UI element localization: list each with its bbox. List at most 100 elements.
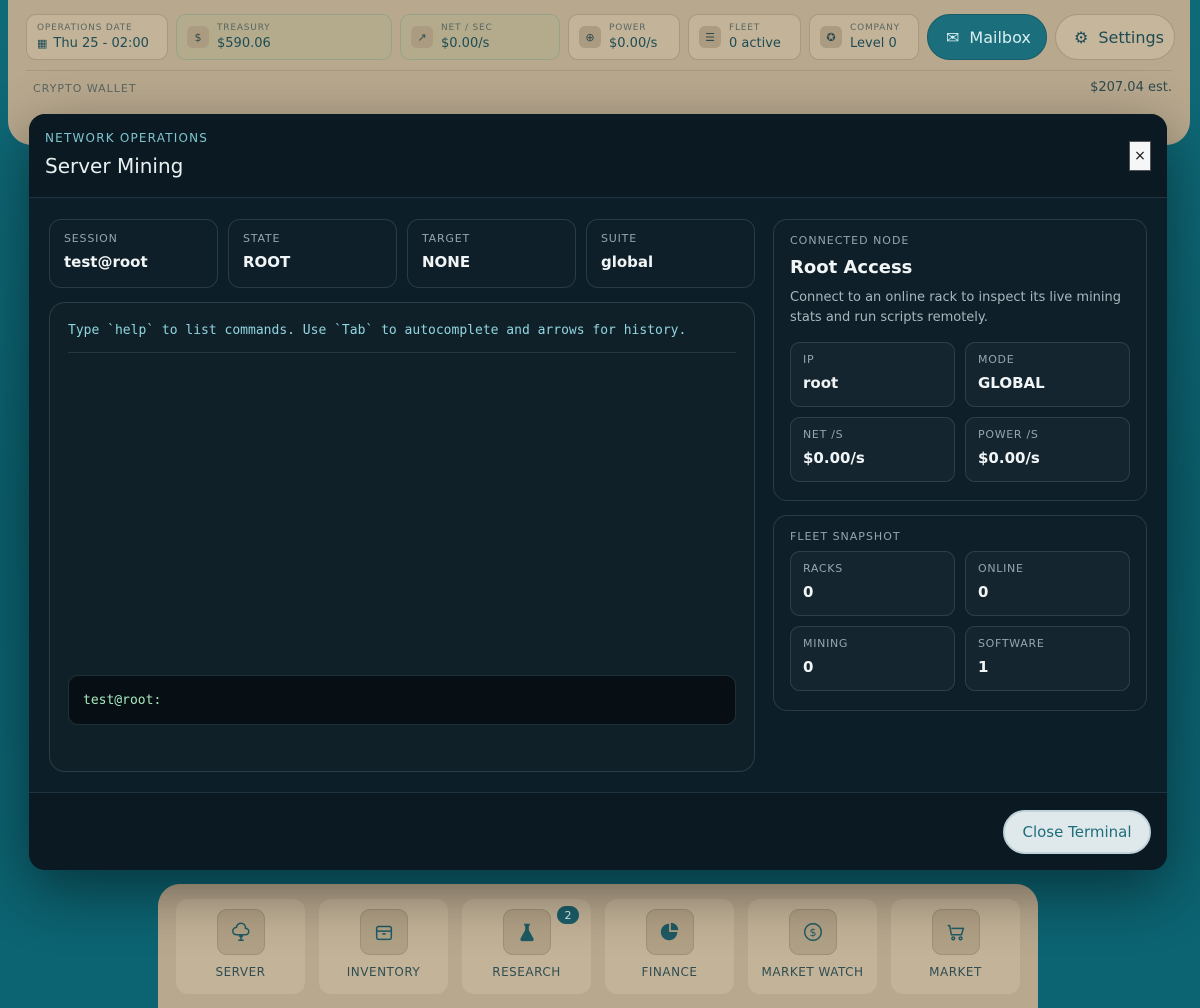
stat-value: Thu 25 - 02:00	[53, 36, 149, 51]
stat-value: $0.00/s	[441, 36, 490, 51]
node-stat-power: POWER /S $0.00/s	[965, 417, 1130, 482]
stat-label: POWER	[609, 23, 647, 33]
divider	[26, 70, 1172, 71]
close-terminal-button[interactable]: Close Terminal	[1003, 810, 1151, 854]
stat-value: 0	[803, 583, 814, 601]
stat-value: $0.00/s	[978, 449, 1040, 467]
close-icon[interactable]: ×	[1129, 141, 1151, 171]
nav-item-market[interactable]: MARKET	[891, 899, 1020, 994]
terminal-input[interactable]: test@root:	[68, 675, 736, 725]
terminal-hint: Type `help` to list commands. Use `Tab` …	[68, 323, 736, 353]
panel-eyebrow: FLEET SNAPSHOT	[790, 530, 901, 543]
modal-title: Server Mining	[45, 154, 184, 178]
info-value: NONE	[422, 253, 471, 271]
nav-item-server[interactable]: SERVER	[176, 899, 305, 994]
stat-value: 0	[978, 583, 989, 601]
stat-company: ✪ COMPANY Level 0	[809, 14, 919, 60]
wallet-value: $207.04 est.	[1090, 80, 1172, 95]
stat-value: $0.00/s	[609, 36, 658, 51]
stat-label: MODE	[978, 353, 1015, 366]
wallet-label: CRYPTO WALLET	[33, 82, 137, 95]
nav-item-market-watch[interactable]: $ MARKET WATCH	[748, 899, 877, 994]
fleet-stat-software: SOFTWARE 1	[965, 626, 1130, 691]
coin-icon: $	[788, 909, 837, 955]
nav-label: MARKET WATCH	[761, 965, 864, 979]
info-label: SUITE	[601, 232, 637, 245]
fleet-stat-mining: MINING 0	[790, 626, 955, 691]
info-label: TARGET	[422, 232, 471, 245]
stat-value: $0.00/s	[803, 449, 865, 467]
stat-label: SOFTWARE	[978, 637, 1045, 650]
stat-value: Level 0	[850, 36, 897, 51]
stat-label: FLEET	[729, 23, 761, 33]
stat-label: OPERATIONS DATE	[37, 23, 133, 33]
nav-item-finance[interactable]: FINANCE	[605, 899, 734, 994]
mailbox-button[interactable]: ✉ Mailbox	[927, 14, 1047, 60]
panel-eyebrow: CONNECTED NODE	[790, 234, 910, 247]
modal-eyebrow: NETWORK OPERATIONS	[45, 131, 209, 145]
stat-label: MINING	[803, 637, 849, 650]
gear-icon: ⚙	[1074, 27, 1089, 47]
nav-label: FINANCE	[641, 965, 698, 979]
modal-header: NETWORK OPERATIONS Server Mining ×	[29, 114, 1167, 198]
stat-value: root	[803, 374, 839, 392]
stat-row: OPERATIONS DATE ▦ Thu 25 - 02:00 $ TREAS…	[26, 14, 1175, 60]
node-stats-grid: IP root MODE GLOBAL NET /S $0.00/s POWER…	[790, 342, 1130, 482]
stat-label: ONLINE	[978, 562, 1024, 575]
info-label: SESSION	[64, 232, 118, 245]
flask-icon	[502, 909, 551, 955]
stat-label: IP	[803, 353, 815, 366]
stat-label: RACKS	[803, 562, 843, 575]
stat-treasury: $ TREASURY $590.06	[176, 14, 392, 60]
nav-item-inventory[interactable]: INVENTORY	[319, 899, 448, 994]
bottom-nav: SERVER INVENTORY RESEARCH 2 FINANCE $ MA…	[158, 884, 1038, 1008]
terminal-prompt: test@root:	[83, 692, 162, 708]
info-card-session: SESSION test@root	[49, 219, 218, 288]
stat-label: NET /S	[803, 428, 844, 441]
svg-text:$: $	[809, 926, 816, 939]
stat-net-sec: ↗ NET / SEC $0.00/s	[400, 14, 560, 60]
node-stat-ip: IP root	[790, 342, 955, 407]
stat-power: ⊕ POWER $0.00/s	[568, 14, 680, 60]
stat-label: NET / SEC	[441, 23, 493, 33]
mail-icon: ✉	[946, 27, 960, 47]
stat-operations-date: OPERATIONS DATE ▦ Thu 25 - 02:00	[26, 14, 168, 60]
connected-node-panel: CONNECTED NODE Root Access Connect to an…	[773, 219, 1147, 501]
server-icon: ☰	[699, 26, 721, 48]
info-value: test@root	[64, 253, 148, 271]
node-stat-mode: MODE GLOBAL	[965, 342, 1130, 407]
medal-icon: ✪	[820, 26, 842, 48]
terminal[interactable]: Type `help` to list commands. Use `Tab` …	[49, 302, 755, 772]
stat-value: 0 active	[729, 36, 781, 51]
stat-label: COMPANY	[850, 23, 900, 33]
power-icon: ⊕	[579, 26, 601, 48]
fleet-stat-online: ONLINE 0	[965, 551, 1130, 616]
info-card-state: STATE ROOT	[228, 219, 397, 288]
nav-label: INVENTORY	[346, 965, 421, 979]
notification-badge: 2	[557, 906, 579, 924]
settings-button[interactable]: ⚙ Settings	[1055, 14, 1175, 60]
nav-label: RESEARCH	[492, 965, 561, 979]
nav-label: SERVER	[215, 965, 266, 979]
fleet-stat-racks: RACKS 0	[790, 551, 955, 616]
fleet-snapshot-panel: FLEET SNAPSHOT RACKS 0 ONLINE 0 MINING 0…	[773, 515, 1147, 711]
panel-description: Connect to an online rack to inspect its…	[790, 290, 1122, 325]
dollar-icon: $	[187, 26, 209, 48]
stat-label: TREASURY	[217, 23, 271, 33]
box-icon	[359, 909, 408, 955]
nav-label: MARKET	[929, 965, 982, 979]
modal-footer: Close Terminal	[29, 792, 1167, 870]
panel-title: Root Access	[790, 257, 913, 278]
fleet-stats-grid: RACKS 0 ONLINE 0 MINING 0 SOFTWARE 1	[790, 551, 1130, 691]
settings-label: Settings	[1098, 27, 1164, 47]
pie-chart-icon	[645, 909, 694, 955]
cart-icon	[931, 909, 980, 955]
server-mining-modal: NETWORK OPERATIONS Server Mining × SESSI…	[29, 114, 1167, 870]
info-value: ROOT	[243, 253, 291, 271]
stat-value: 0	[803, 658, 814, 676]
info-label: STATE	[243, 232, 281, 245]
mailbox-label: Mailbox	[969, 27, 1031, 47]
calendar-icon: ▦	[37, 37, 48, 50]
nav-item-research[interactable]: RESEARCH 2	[462, 899, 591, 994]
stat-value: 1	[978, 658, 989, 676]
